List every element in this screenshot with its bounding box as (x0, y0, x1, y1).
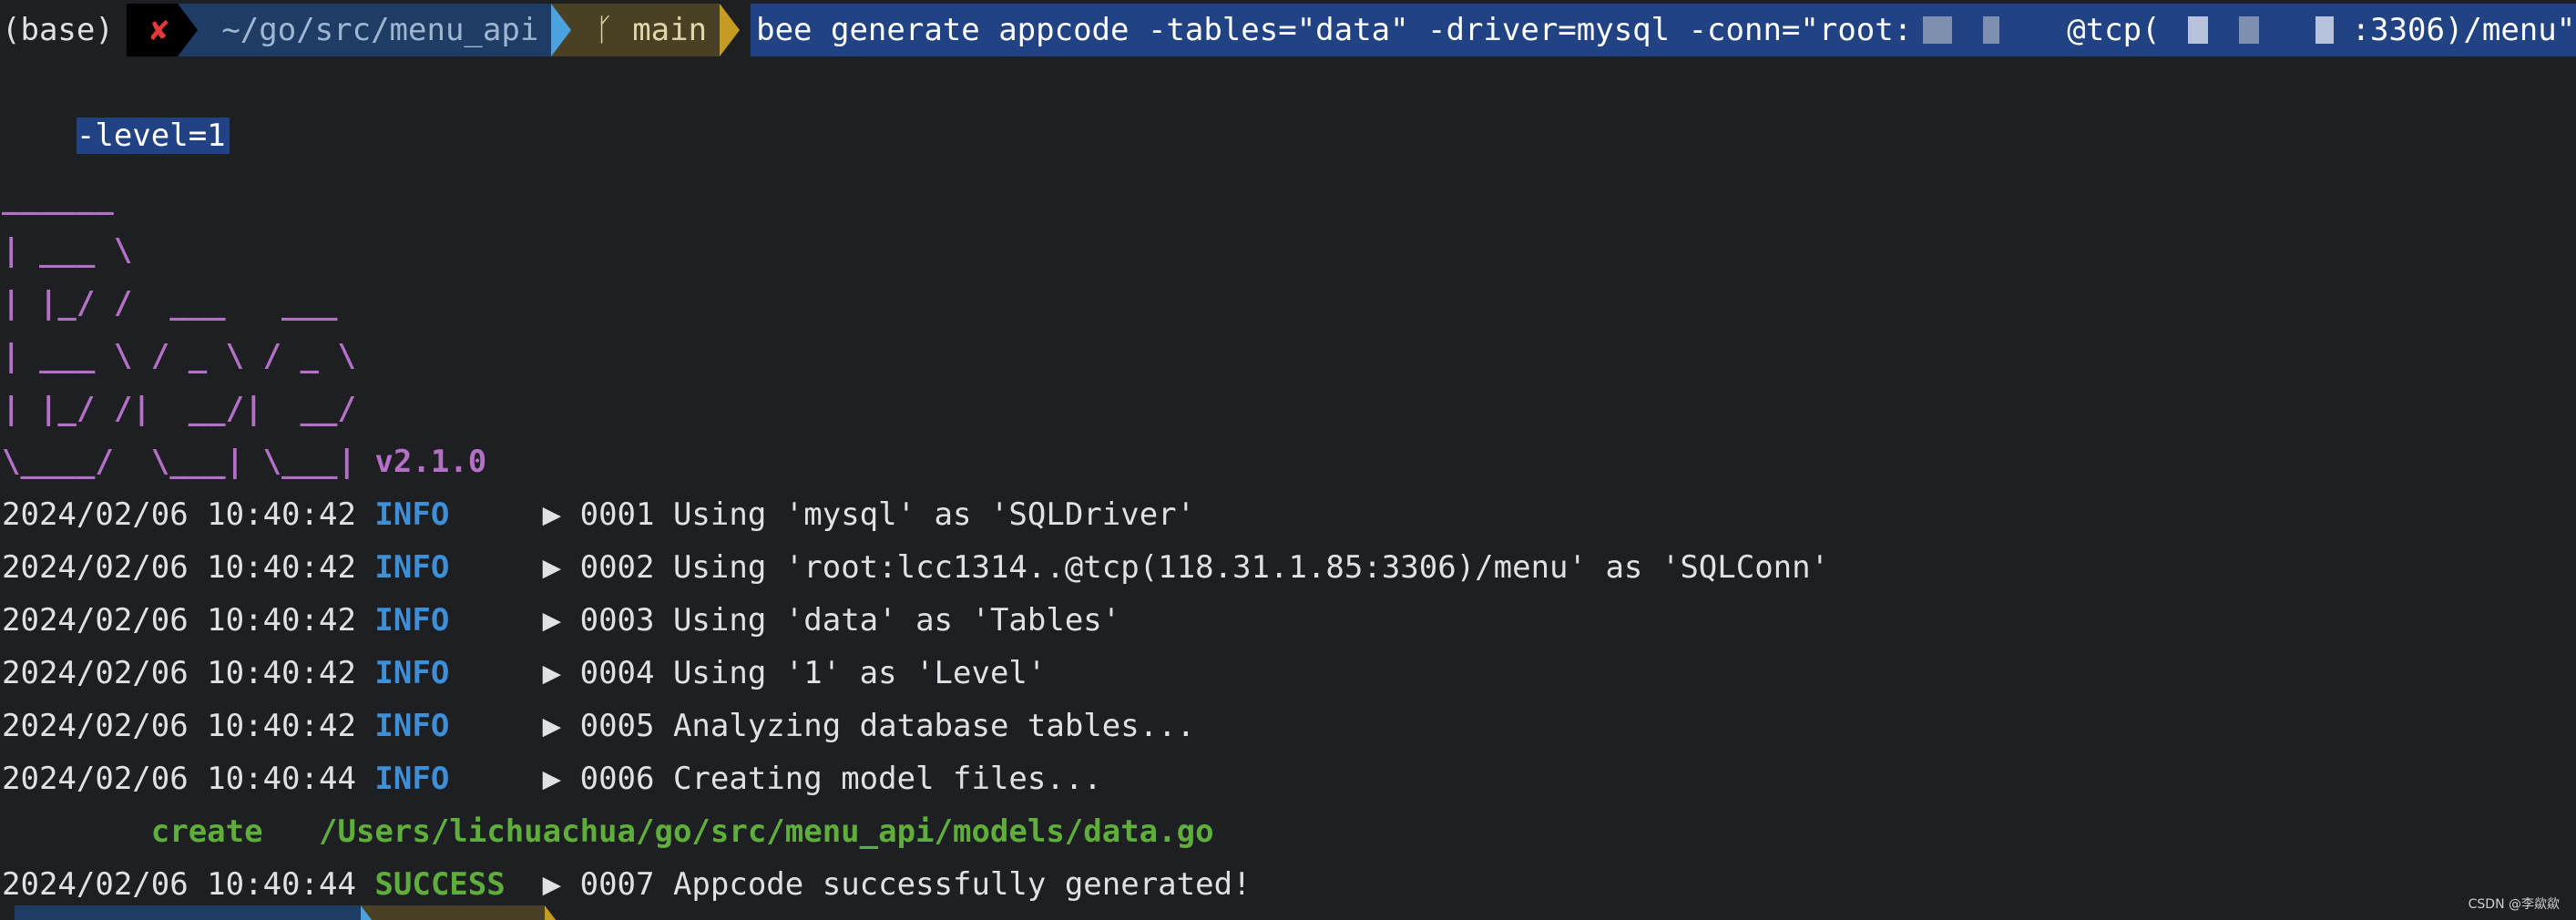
log-message: ▶ 0004 Using '1' as 'Level' (542, 655, 1047, 691)
next-prompt-line (2, 905, 565, 920)
prompt-line: (base) ✘ ~/go/src/menu_api ᚴ main bee ge… (2, 4, 2576, 56)
powerline-separator (545, 905, 565, 920)
log-line: 2024/02/06 10:40:42 INFO ▶ 0002 Using 'r… (2, 541, 1829, 594)
log-level: INFO (374, 761, 450, 797)
git-branch-name: main (632, 12, 708, 48)
powerline-separator (720, 4, 741, 56)
log-level: INFO (374, 602, 450, 639)
version-label: v2.1.0 (374, 444, 487, 480)
log-timestamp: 2024/02/06 10:40:44 (2, 866, 356, 903)
log-message: ▶ 0005 Analyzing database tables... (542, 708, 1196, 744)
powerline-separator (361, 905, 381, 920)
banner-line: ______ (2, 179, 114, 216)
prompt-path (15, 905, 361, 920)
redacted-host (2160, 16, 2352, 44)
command-text: :3306)/menu" (2351, 12, 2576, 48)
log-line: 2024/02/06 10:40:44 SUCCESS ▶ 0007 Appco… (2, 858, 1252, 911)
banner-line: | |_/ / ___ ___ (2, 285, 338, 322)
log-line: 2024/02/06 10:40:42 INFO ▶ 0005 Analyzin… (2, 700, 1195, 752)
log-level: INFO (374, 708, 450, 744)
powerline-separator (551, 4, 572, 56)
create-action: create (150, 813, 263, 850)
git-branch-segment: ᚴ main (571, 4, 721, 56)
log-line: 2024/02/06 10:40:42 INFO ▶ 0004 Using '1… (2, 647, 1046, 700)
command-text: bee generate appcode -tables="data" -dri… (756, 12, 1913, 48)
log-level: SUCCESS (374, 866, 506, 903)
powerline-separator (178, 4, 199, 56)
log-line: 2024/02/06 10:40:42 INFO ▶ 0001 Using 'm… (2, 488, 1195, 541)
log-timestamp: 2024/02/06 10:40:44 (2, 761, 356, 797)
log-level: INFO (374, 549, 450, 586)
log-message: ▶ 0002 Using 'root:lcc1314..@tcp(118.31.… (542, 549, 1830, 586)
log-level: INFO (374, 496, 450, 533)
prompt-path: ~/go/src/menu_api (198, 4, 552, 56)
log-timestamp: 2024/02/06 10:40:42 (2, 602, 356, 639)
create-file-line: create /Users/lichuachua/go/src/menu_api… (2, 805, 1214, 858)
log-message: ▶ 0001 Using 'mysql' as 'SQLDriver' (542, 496, 1196, 533)
command-input[interactable]: bee generate appcode -tables="data" -dri… (751, 4, 2576, 56)
log-message: ▶ 0006 Creating model files... (542, 761, 1102, 797)
banner-line: | ___ \ / _ \ / _ \ (2, 338, 356, 374)
command-text: @tcp( (2067, 12, 2161, 48)
git-branch-segment (381, 905, 545, 920)
banner-line: | ___ \ (2, 232, 133, 269)
log-timestamp: 2024/02/06 10:40:42 (2, 549, 356, 586)
command-continuation: -level=1 (2, 56, 230, 154)
log-line: 2024/02/06 10:40:42 INFO ▶ 0003 Using 'd… (2, 594, 1120, 647)
log-level: INFO (374, 655, 450, 691)
log-message: ▶ 0003 Using 'data' as 'Tables' (542, 602, 1121, 639)
banner-line: | |_/ /| __/| __/ (2, 391, 356, 427)
log-timestamp: 2024/02/06 10:40:42 (2, 496, 356, 533)
conda-env-label: (base) (2, 12, 114, 48)
error-status-icon: ✘ (126, 4, 179, 56)
git-branch-icon: ᚴ (595, 12, 614, 48)
banner-line: \____/ \___| \___| (2, 444, 356, 480)
created-file-path[interactable]: /Users/lichuachua/go/src/menu_api/models… (319, 813, 1214, 850)
log-timestamp: 2024/02/06 10:40:42 (2, 708, 356, 744)
banner-last-line: \____/ \___| \___| v2.1.0 (2, 435, 486, 488)
watermark: CSDN @李歘歘 (2468, 897, 2560, 912)
conda-env-label (2, 905, 15, 920)
redacted-password (1912, 16, 2068, 44)
command-text: -level=1 (76, 118, 230, 154)
log-timestamp: 2024/02/06 10:40:42 (2, 655, 356, 691)
log-message: ▶ 0007 Appcode successfully generated! (542, 866, 1252, 903)
terminal-window[interactable]: (base) ✘ ~/go/src/menu_api ᚴ main bee ge… (0, 0, 2576, 920)
log-line: 2024/02/06 10:40:44 INFO ▶ 0006 Creating… (2, 752, 1102, 805)
